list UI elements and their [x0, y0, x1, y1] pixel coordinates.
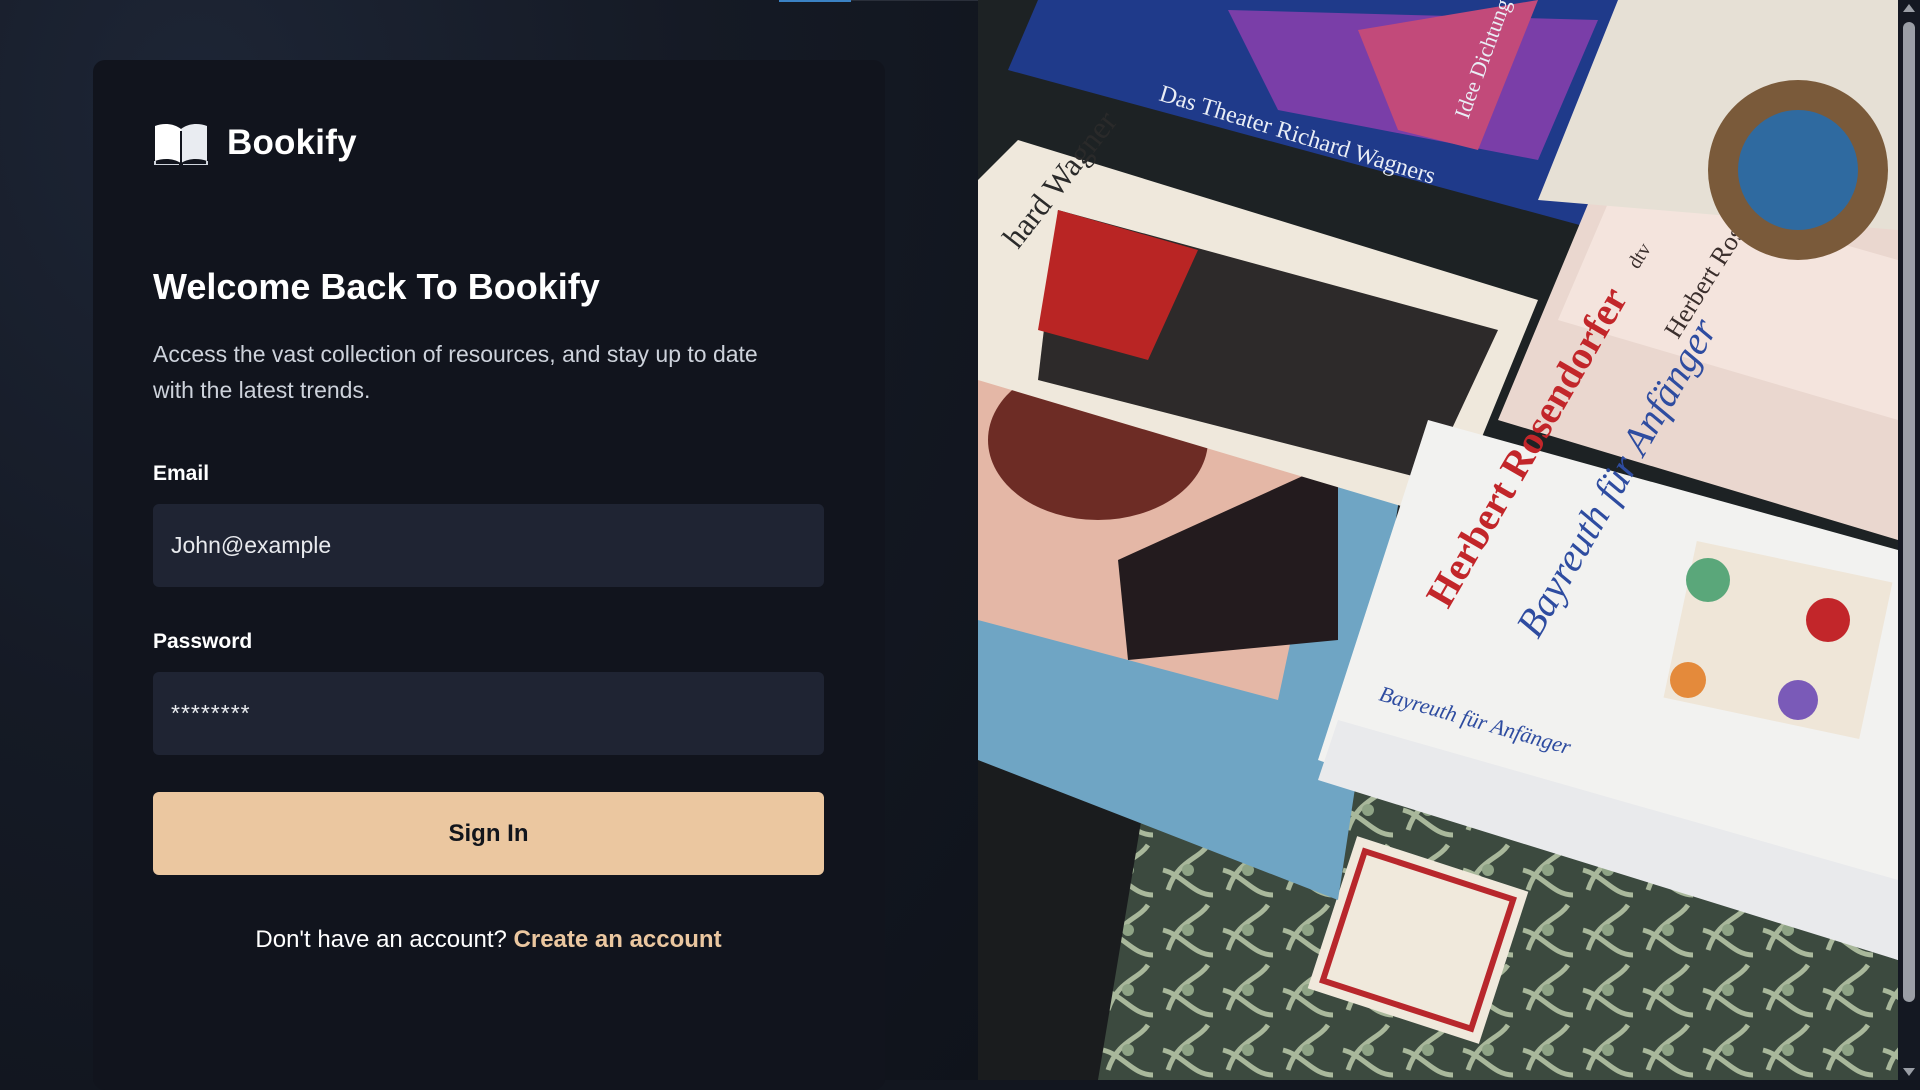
email-label: Email: [153, 462, 210, 485]
password-field[interactable]: ********: [153, 672, 824, 755]
top-divider: [851, 0, 978, 1]
open-book-icon: [153, 121, 209, 165]
sign-in-button[interactable]: Sign In: [153, 792, 824, 875]
scroll-down-icon[interactable]: [1903, 1068, 1915, 1076]
signup-prompt: Don't have an account?: [255, 926, 507, 953]
create-account-link[interactable]: Create an account: [514, 926, 722, 953]
scrollbar-thumb[interactable]: [1903, 22, 1915, 1002]
brand: Bookify: [153, 120, 357, 166]
signup-row: Don't have an account? Create an account: [153, 926, 824, 954]
vertical-scrollbar[interactable]: [1898, 0, 1920, 1080]
loading-indicator: [779, 0, 851, 2]
books-photo: OLMS hard Wagner Das Theater Richard Wag…: [978, 0, 1898, 1080]
email-field[interactable]: John@example: [153, 504, 824, 587]
password-label: Password: [153, 630, 253, 653]
page-subtitle: Access the vast collection of resources,…: [153, 341, 758, 403]
login-card: Bookify Welcome Back To Bookify Access t…: [93, 60, 885, 1090]
brand-name[interactable]: Bookify: [227, 123, 357, 163]
page-title: Welcome Back To Bookify: [153, 266, 600, 307]
scroll-up-icon[interactable]: [1903, 4, 1915, 12]
